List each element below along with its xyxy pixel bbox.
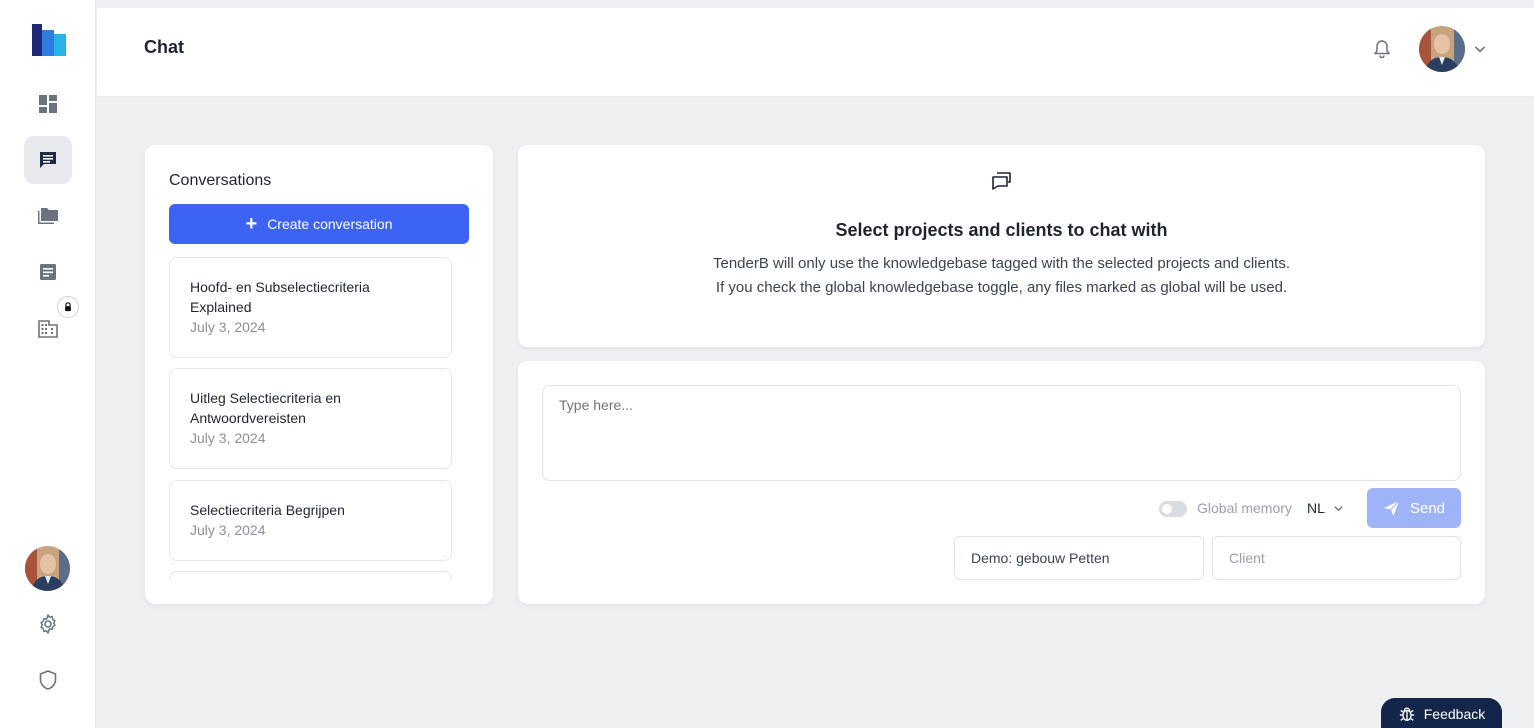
building-icon <box>38 320 58 338</box>
client-select[interactable]: Client <box>1212 536 1461 580</box>
bell-icon[interactable] <box>1371 38 1393 60</box>
conversation-title: Uitleg Selectiecriteria en Antwoordverei… <box>190 390 341 426</box>
lock-icon <box>57 296 79 318</box>
list-item[interactable]: Uitleg Selectiecriteria en Antwoordverei… <box>169 368 452 469</box>
message-input[interactable] <box>542 385 1461 481</box>
send-button[interactable]: Send <box>1367 488 1461 528</box>
list-item[interactable]: Selectiecriteria Begrijpen July 3, 2024 <box>169 480 452 561</box>
app-logo[interactable] <box>32 24 66 56</box>
sidebar-item-dashboard[interactable] <box>24 80 72 128</box>
send-label: Send <box>1409 499 1446 517</box>
list-item[interactable]: Hoofd- en Subselectiecriteria Explained … <box>169 257 452 358</box>
info-title: Select projects and clients to chat with <box>835 220 1168 240</box>
sidebar-item-security[interactable] <box>24 656 72 704</box>
chat-info-panel: Select projects and clients to chat with… <box>518 145 1485 347</box>
conversations-title: Conversations <box>169 172 272 189</box>
conversation-list[interactable]: Hoofd- en Subselectiecriteria Explained … <box>169 257 469 579</box>
global-memory-toggle[interactable] <box>1159 501 1187 517</box>
chevron-down-icon[interactable] <box>1473 42 1487 56</box>
create-conversation-label: Create conversation <box>267 216 393 232</box>
conversation-title: Selectiecriteria Begrijpen <box>190 502 345 518</box>
chevron-down-icon <box>1334 505 1343 511</box>
feedback-label: Feedback <box>1423 706 1486 722</box>
language-select[interactable]: NL <box>1307 500 1344 516</box>
gear-icon <box>40 614 56 634</box>
composer-panel: Global memory NL Send Demo: gebouw Pette… <box>518 361 1485 604</box>
sidebar-item-chat[interactable] <box>24 136 72 184</box>
conversation-date: July 3, 2024 <box>190 522 266 538</box>
sidebar <box>0 0 96 728</box>
conversation-title: Hoofd- en Subselectiecriteria Explained <box>190 279 370 315</box>
info-description: TenderB will only use the knowledgebase … <box>712 255 1291 296</box>
global-memory-label: Global memory <box>1197 500 1292 516</box>
chat-bubbles-icon <box>990 169 1014 193</box>
project-select[interactable]: Demo: gebouw Petten <box>954 536 1204 580</box>
create-conversation-button[interactable]: + Create conversation <box>169 204 469 244</box>
dashboard-icon <box>39 95 57 113</box>
conversation-date: July 3, 2024 <box>190 430 266 446</box>
sidebar-item-documents[interactable] <box>24 248 72 296</box>
plus-icon: + <box>245 213 258 235</box>
top-header: Chat <box>97 8 1534 96</box>
send-icon <box>1383 500 1400 516</box>
folder-icon <box>38 208 58 224</box>
conversations-panel: Conversations + Create conversation Hoof… <box>145 145 493 604</box>
user-avatar[interactable] <box>25 546 70 591</box>
language-value: NL <box>1307 500 1325 516</box>
page-title: Chat <box>144 37 184 57</box>
chat-icon <box>40 152 56 168</box>
feedback-button[interactable]: Feedback <box>1381 698 1502 728</box>
profile-avatar[interactable] <box>1419 26 1465 72</box>
client-placeholder: Client <box>1229 550 1265 566</box>
list-item[interactable] <box>169 571 452 579</box>
sidebar-item-settings[interactable] <box>24 600 72 648</box>
project-value: Demo: gebouw Petten <box>971 550 1110 566</box>
sidebar-item-folders[interactable] <box>24 192 72 240</box>
shield-icon <box>39 670 57 690</box>
document-icon <box>40 264 56 280</box>
conversation-date: July 3, 2024 <box>190 319 266 335</box>
bug-icon <box>1399 707 1414 721</box>
